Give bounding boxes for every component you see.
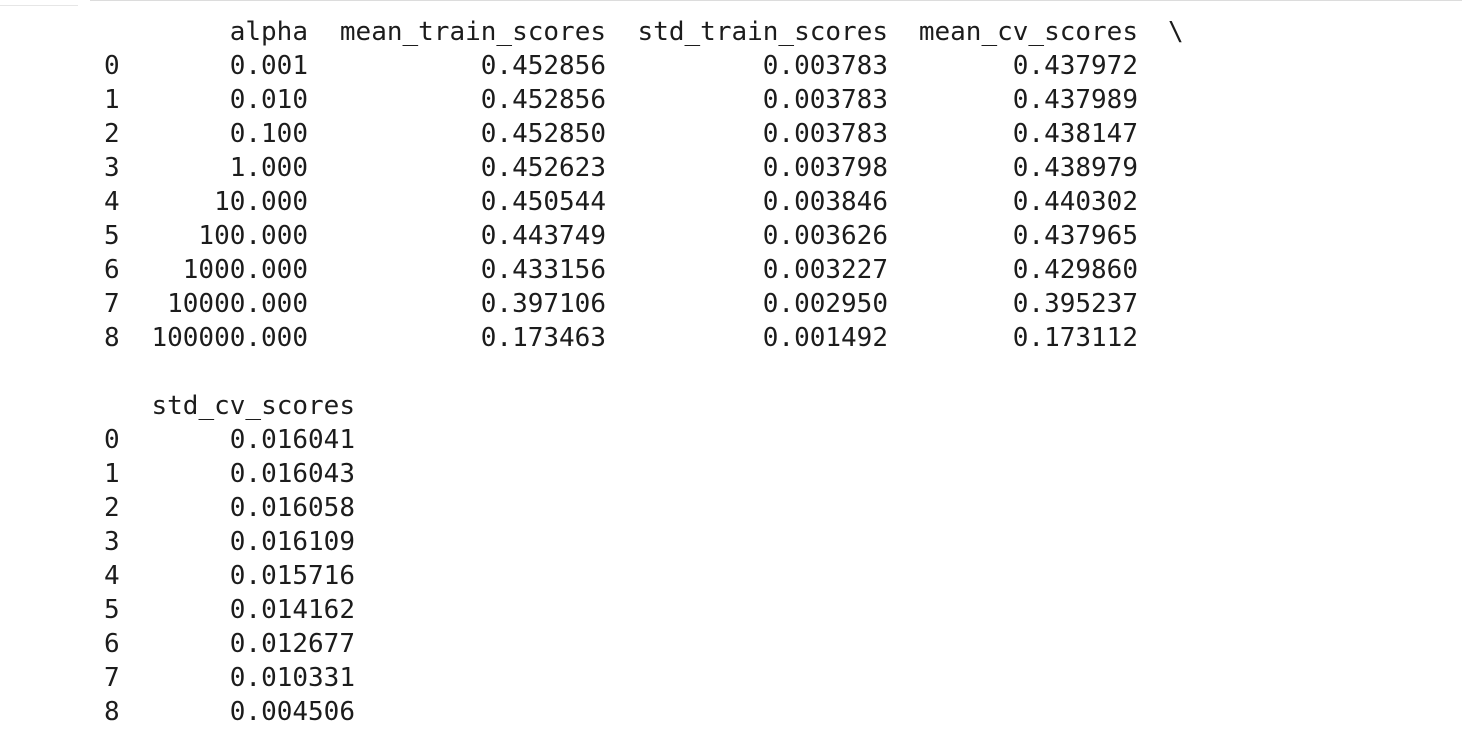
table-header-row: alpha mean_train_scores std_train_scores… xyxy=(0,15,1462,49)
cell-std-train-scores: 0.003846 xyxy=(762,187,888,217)
row-index: 2 xyxy=(104,119,120,149)
cell-mean-cv-scores: 0.438147 xyxy=(1012,119,1138,149)
cell-alpha: 10.000 xyxy=(214,187,308,217)
table-row: 4 0.015716 xyxy=(0,559,1462,593)
table-row: 0 0.016041 xyxy=(0,423,1462,457)
column-header-mean-train-scores: mean_train_scores xyxy=(339,17,606,47)
row-index: 1 xyxy=(104,85,120,115)
cell-mean-cv-scores: 0.395237 xyxy=(1012,289,1138,319)
cell-mean-cv-scores: 0.437989 xyxy=(1012,85,1138,115)
cell-mean-train-scores: 0.452850 xyxy=(480,119,606,149)
table-row: 1 0.010 0.452856 0.003783 0.437989 xyxy=(0,83,1462,117)
line-continuation: \ xyxy=(1168,17,1184,47)
table-row: 2 0.100 0.452850 0.003783 0.438147 xyxy=(0,117,1462,151)
column-header-std-cv-scores: std_cv_scores xyxy=(151,391,356,421)
cell-std-train-scores: 0.003783 xyxy=(762,119,888,149)
cell-mean-train-scores: 0.450544 xyxy=(480,187,606,217)
table-header-row: std_cv_scores xyxy=(0,389,1462,423)
cell-std-train-scores: 0.003626 xyxy=(762,221,888,251)
cell-std-train-scores: 0.001492 xyxy=(762,323,888,353)
cell-std-train-scores: 0.003798 xyxy=(762,153,888,183)
cell-mean-train-scores: 0.452856 xyxy=(480,85,606,115)
cell-mean-train-scores: 0.452623 xyxy=(480,153,606,183)
row-index: 4 xyxy=(104,187,120,217)
cell-alpha: 1000.000 xyxy=(182,255,308,285)
row-index: 4 xyxy=(104,561,120,591)
table-row: 6 1000.000 0.433156 0.003227 0.429860 xyxy=(0,253,1462,287)
cell-alpha: 0.010 xyxy=(229,85,308,115)
cell-mean-cv-scores: 0.429860 xyxy=(1012,255,1138,285)
cell-mean-cv-scores: 0.438979 xyxy=(1012,153,1138,183)
row-index: 5 xyxy=(104,221,120,251)
cell-alpha: 1.000 xyxy=(229,153,308,183)
row-index: 0 xyxy=(104,51,120,81)
row-index: 8 xyxy=(104,323,120,353)
row-index: 7 xyxy=(104,663,120,693)
cell-mean-train-scores: 0.433156 xyxy=(480,255,606,285)
cell-std-train-scores: 0.003783 xyxy=(762,51,888,81)
cell-mean-cv-scores: 0.173112 xyxy=(1012,323,1138,353)
row-index: 5 xyxy=(104,595,120,625)
table-row: 5 100.000 0.443749 0.003626 0.437965 xyxy=(0,219,1462,253)
cell-alpha: 0.100 xyxy=(229,119,308,149)
cell-std-train-scores: 0.003227 xyxy=(762,255,888,285)
table-row: 1 0.016043 xyxy=(0,457,1462,491)
cell-mean-train-scores: 0.452856 xyxy=(480,51,606,81)
table-row: 8 100000.000 0.173463 0.001492 0.173112 xyxy=(0,321,1462,355)
row-index: 3 xyxy=(104,527,120,557)
cell-std-train-scores: 0.002950 xyxy=(762,289,888,319)
cell-mean-train-scores: 0.397106 xyxy=(480,289,606,319)
cell-std-cv-scores: 0.010331 xyxy=(229,663,355,693)
cell-mean-train-scores: 0.173463 xyxy=(480,323,606,353)
table-row: 6 0.012677 xyxy=(0,627,1462,661)
cell-output: alpha mean_train_scores std_train_scores… xyxy=(0,0,1462,744)
cell-alpha: 100000.000 xyxy=(151,323,308,353)
table-row: 2 0.016058 xyxy=(0,491,1462,525)
cell-std-train-scores: 0.003783 xyxy=(762,85,888,115)
row-index: 3 xyxy=(104,153,120,183)
table-row: 3 1.000 0.452623 0.003798 0.438979 xyxy=(0,151,1462,185)
cell-alpha: 10000.000 xyxy=(167,289,308,319)
column-header-alpha: alpha xyxy=(229,17,308,47)
row-index: 6 xyxy=(104,629,120,659)
row-index: 7 xyxy=(104,289,120,319)
cell-mean-cv-scores: 0.440302 xyxy=(1012,187,1138,217)
cell-std-cv-scores: 0.004506 xyxy=(229,697,355,727)
cell-std-cv-scores: 0.016043 xyxy=(229,459,355,489)
cell-std-cv-scores: 0.015716 xyxy=(229,561,355,591)
cell-std-cv-scores: 0.016041 xyxy=(229,425,355,455)
table-row: 5 0.014162 xyxy=(0,593,1462,627)
row-index: 1 xyxy=(104,459,120,489)
cell-mean-cv-scores: 0.437965 xyxy=(1012,221,1138,251)
table-row: 7 10000.000 0.397106 0.002950 0.395237 xyxy=(0,287,1462,321)
row-index: 2 xyxy=(104,493,120,523)
column-header-std-train-scores: std_train_scores xyxy=(637,17,888,47)
cell-alpha: 100.000 xyxy=(198,221,308,251)
cell-std-cv-scores: 0.012677 xyxy=(229,629,355,659)
cell-std-cv-scores: 0.016058 xyxy=(229,493,355,523)
table-row: 8 0.004506 xyxy=(0,695,1462,729)
table-row: 3 0.016109 xyxy=(0,525,1462,559)
cell-std-cv-scores: 0.014162 xyxy=(229,595,355,625)
table-row: 0 0.001 0.452856 0.003783 0.437972 xyxy=(0,49,1462,83)
column-header-mean-cv-scores: mean_cv_scores xyxy=(918,17,1138,47)
cell-mean-cv-scores: 0.437972 xyxy=(1012,51,1138,81)
table-row: 4 10.000 0.450544 0.003846 0.440302 xyxy=(0,185,1462,219)
cell-alpha: 0.001 xyxy=(229,51,308,81)
table-row: 7 0.010331 xyxy=(0,661,1462,695)
row-index: 6 xyxy=(104,255,120,285)
cell-mean-train-scores: 0.443749 xyxy=(480,221,606,251)
row-index: 0 xyxy=(104,425,120,455)
row-index: 8 xyxy=(104,697,120,727)
cell-std-cv-scores: 0.016109 xyxy=(229,527,355,557)
